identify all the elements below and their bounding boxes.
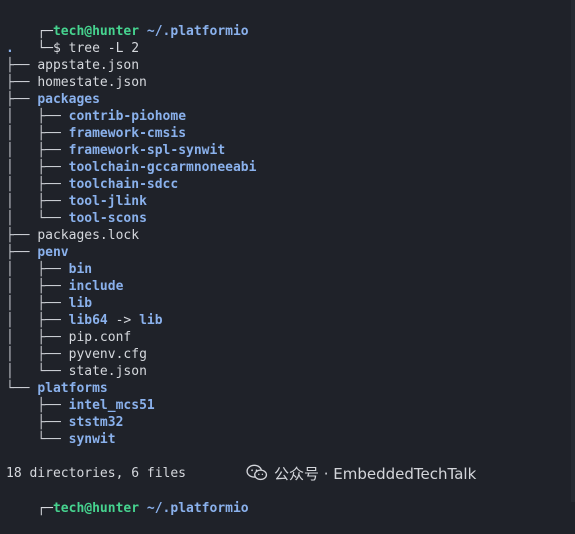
tree-entry: │ ├── pyvenv.cfg <box>6 346 147 363</box>
tree-branch-glyph: ├── <box>6 58 38 73</box>
tree-file-name: appstate.json <box>37 58 140 73</box>
prompt-line-top: ┌─tech@hunter ~/.platformio <box>6 6 248 39</box>
symlink-target: lib <box>139 313 163 328</box>
tree-branch-glyph: │ ├── <box>6 160 69 175</box>
tree-entry: ├── appstate.json <box>6 57 139 74</box>
prompt-line-next: ┌─tech@hunter ~/.platformio <box>37 501 249 516</box>
tree-dir-name: toolchain-gccarmnoneeabi <box>68 160 257 175</box>
tree-entry: │ └── state.json <box>6 363 147 380</box>
tree-entry: └── platforms <box>6 380 108 397</box>
tree-dir-name: framework-spl-synwit <box>68 143 226 158</box>
tree-dir-name: ststm32 <box>68 415 124 430</box>
tree-file-name: pip.conf <box>68 330 132 345</box>
tree-branch-glyph: │ ├── <box>6 177 69 192</box>
tree-entry: ├── ststm32 <box>6 414 123 431</box>
tree-dir-name: framework-cmsis <box>68 126 187 141</box>
tree-branch-glyph: │ ├── <box>6 279 69 294</box>
prompt-corner-bottom: └─ <box>37 41 53 56</box>
tree-entry: ├── intel_mcs51 <box>6 397 155 414</box>
tree-summary: 18 directories, 6 files <box>6 466 187 481</box>
tree-dir-name: platforms <box>37 381 108 396</box>
wechat-icon <box>246 464 268 481</box>
tree-branch-glyph: │ └── <box>6 211 69 226</box>
tree-entry: ├── packages <box>6 91 100 108</box>
tree-entry: │ ├── framework-cmsis <box>6 125 186 142</box>
tree-branch-glyph: │ └── <box>6 364 69 379</box>
tree-dir-name: synwit <box>68 432 116 447</box>
tree-entry: │ ├── tool-jlink <box>6 193 147 210</box>
prompt-user-host-next: tech@hunter <box>52 501 140 516</box>
tree-dir-name: toolchain-sdcc <box>68 177 179 192</box>
prompt-path-next: ~/.platformio <box>146 501 249 516</box>
command-text: tree -L 2 <box>68 41 140 56</box>
tree-branch-glyph: ├── <box>6 228 38 243</box>
tree-branch-glyph: │ ├── <box>6 330 69 345</box>
tree-entry: │ ├── toolchain-gccarmnoneeabi <box>6 159 256 176</box>
tree-entry: ├── homestate.json <box>6 74 147 91</box>
tree-file-name: state.json <box>68 364 147 379</box>
prompt-path: ~/.platformio <box>146 24 249 39</box>
tree-entry: │ ├── bin <box>6 261 92 278</box>
tree-entry: └── synwit <box>6 431 116 448</box>
tree-entry: │ ├── contrib-piohome <box>6 108 186 125</box>
tree-branch-glyph: ├── <box>6 245 38 260</box>
tree-entry: │ ├── framework-spl-synwit <box>6 142 225 159</box>
tree-branch-glyph: ├── <box>6 92 38 107</box>
tree-branch-glyph: ├── <box>6 75 38 90</box>
tree-branch-glyph: │ ├── <box>6 313 69 328</box>
tree-branch-glyph: │ ├── <box>6 347 69 362</box>
tree-root: . <box>6 41 14 56</box>
tree-branch-glyph: ├── <box>6 398 69 413</box>
symlink-arrow: -> <box>107 313 140 328</box>
tree-dir-name: penv <box>37 245 69 260</box>
tree-branch-glyph: │ ├── <box>6 262 69 277</box>
tree-branch-glyph: └── <box>6 432 69 447</box>
tree-dir-name: lib <box>68 296 93 311</box>
watermark: 公众号 · EmbeddedTechTalk <box>246 462 476 484</box>
tree-entry: │ ├── lib64 -> lib <box>6 312 163 329</box>
tree-file-name: homestate.json <box>37 75 147 90</box>
watermark-text: 公众号 · EmbeddedTechTalk <box>274 464 477 483</box>
scrollbar[interactable] <box>571 0 575 502</box>
tree-branch-glyph: ├── <box>6 415 69 430</box>
tree-dir-name: include <box>68 279 124 294</box>
tree-dir-name: bin <box>68 262 93 277</box>
tree-file-name: packages.lock <box>37 228 140 243</box>
tree-dir-name: intel_mcs51 <box>68 398 155 413</box>
tree-entry: │ └── tool-scons <box>6 210 147 227</box>
command-line: └─$ tree -L 2 <box>6 23 139 56</box>
tree-branch-glyph: │ ├── <box>6 194 69 209</box>
tree-branch-glyph: │ ├── <box>6 109 69 124</box>
tree-dir-name: contrib-piohome <box>68 109 187 124</box>
tree-entry: │ ├── include <box>6 278 123 295</box>
terminal-window[interactable]: ┌─tech@hunter ~/.platformio └─$ tree -L … <box>0 0 575 516</box>
prompt-symbol: $ <box>52 41 61 56</box>
tree-entry: ├── penv <box>6 244 69 261</box>
tree-dir-name: packages <box>37 92 100 107</box>
tree-branch-glyph: └── <box>6 381 38 396</box>
tree-branch-glyph: │ ├── <box>6 143 69 158</box>
tree-branch-glyph: │ ├── <box>6 126 69 141</box>
tree-entry: │ ├── pip.conf <box>6 329 131 346</box>
tree-file-name: pyvenv.cfg <box>68 347 147 362</box>
tree-dir-name: lib64 <box>68 313 108 328</box>
tree-entry: │ ├── toolchain-sdcc <box>6 176 178 193</box>
tree-entry: │ ├── lib <box>6 295 92 312</box>
tree-dir-name: tool-scons <box>68 211 147 226</box>
tree-branch-glyph: │ ├── <box>6 296 69 311</box>
tree-dir-name: tool-jlink <box>68 194 147 209</box>
tree-entry: ├── packages.lock <box>6 227 139 244</box>
